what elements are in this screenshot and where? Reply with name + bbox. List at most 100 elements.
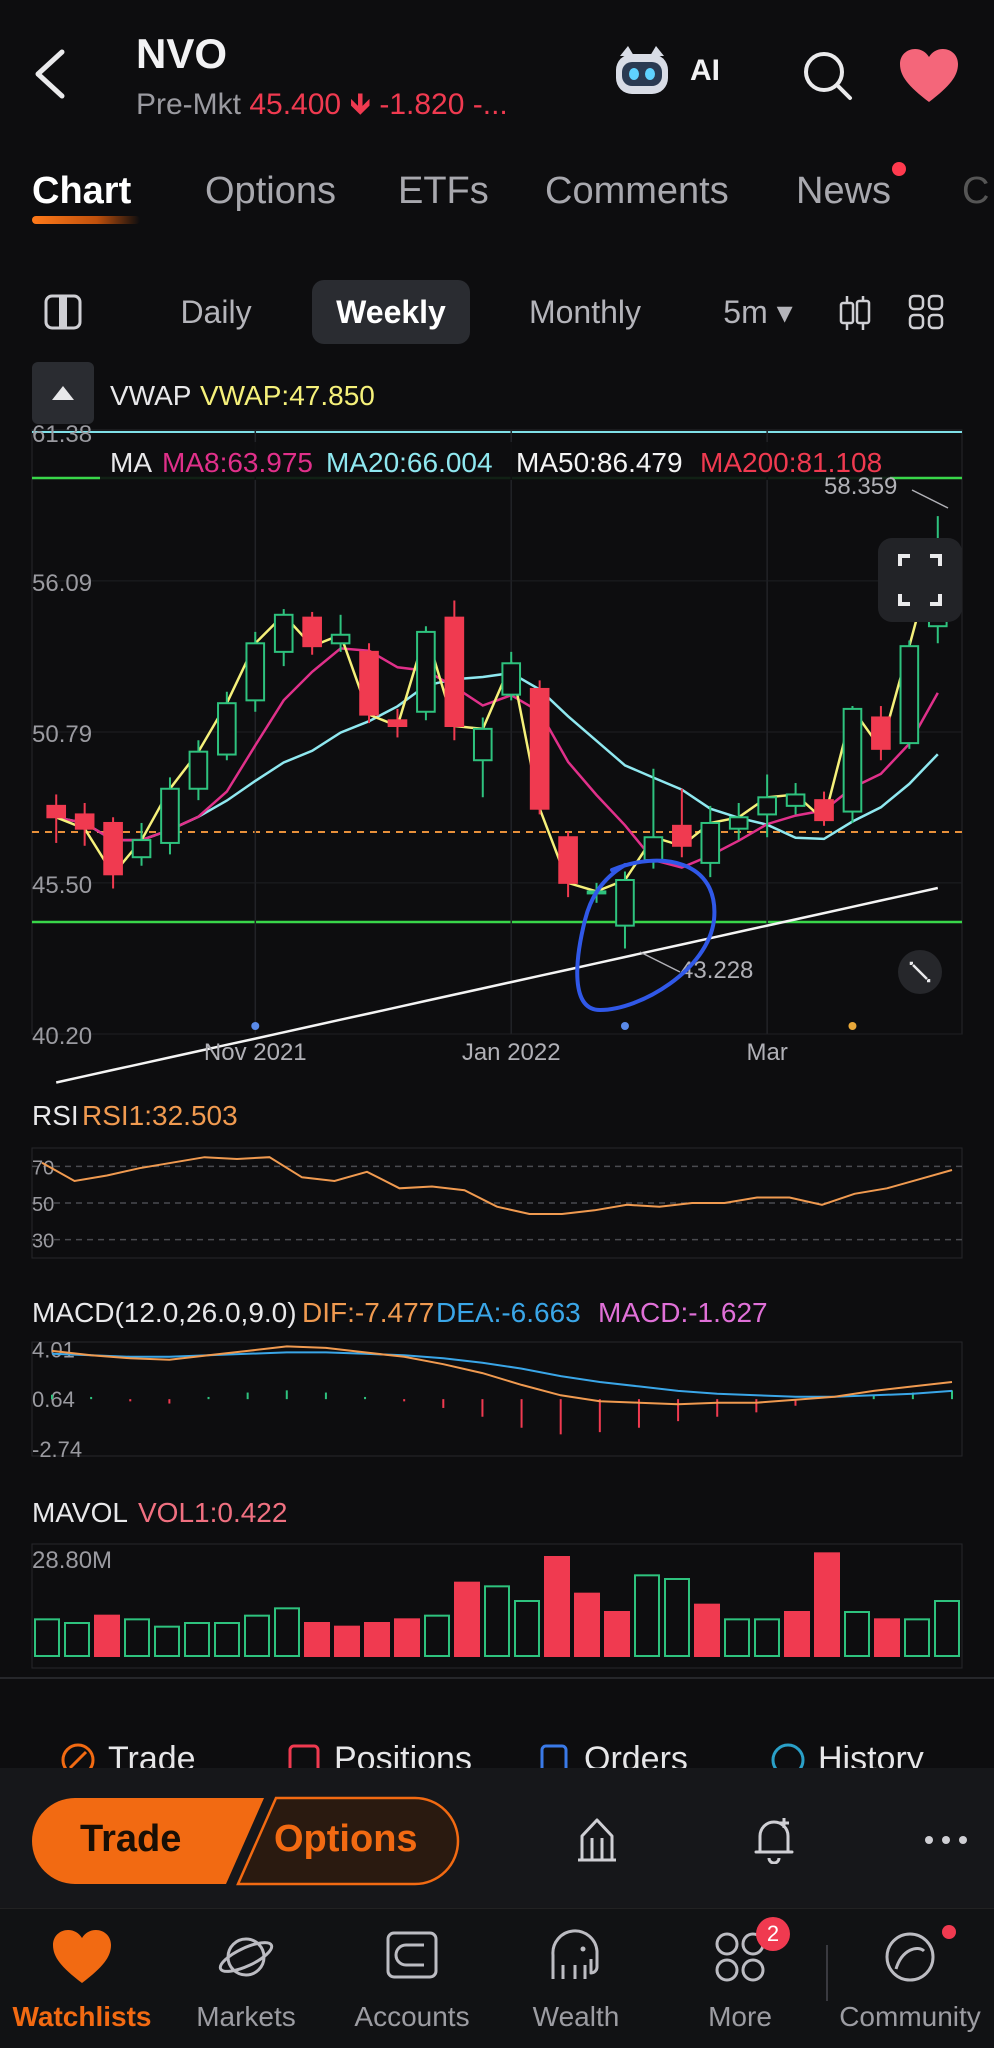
analysis-icon[interactable] bbox=[574, 1816, 620, 1864]
candle-up bbox=[757, 796, 777, 816]
volume-bar-up bbox=[274, 1607, 300, 1658]
back-arrow-icon[interactable] bbox=[28, 46, 72, 102]
nav-wealth-label: Wealth bbox=[532, 2001, 620, 2032]
candle-up bbox=[472, 727, 493, 762]
quick-positions-label: Positions bbox=[334, 1740, 472, 1770]
premarket-quote: Pre-Mkt 45.400 🡻 -1.820 -... bbox=[136, 82, 508, 133]
favorite-heart-icon[interactable] bbox=[898, 48, 960, 104]
nav-wealth[interactable]: Wealth bbox=[496, 1909, 656, 2048]
search-icon[interactable] bbox=[800, 48, 854, 102]
macd-dif-value: DIF:-7.477 bbox=[302, 1297, 434, 1328]
candle-up bbox=[330, 633, 351, 645]
quick-history-label: History bbox=[818, 1740, 924, 1770]
trade-icon bbox=[61, 1743, 95, 1770]
tab-news[interactable]: News bbox=[796, 170, 891, 213]
nav-community[interactable]: Community bbox=[830, 1909, 990, 2048]
tab-etfs[interactable]: ETFs bbox=[398, 170, 489, 213]
candle-down bbox=[814, 799, 834, 822]
candle-up bbox=[842, 707, 863, 813]
candle-up bbox=[131, 839, 152, 859]
trade-button[interactable]: Trade bbox=[80, 1818, 181, 1861]
rsi-tick-label: 30 bbox=[32, 1231, 54, 1253]
sidebar-toggle-icon[interactable] bbox=[44, 294, 82, 330]
volume-bar-down bbox=[874, 1618, 900, 1658]
candle-up bbox=[785, 793, 806, 807]
options-button[interactable]: Options bbox=[274, 1818, 418, 1861]
nav-more[interactable]: 2 More bbox=[660, 1909, 820, 2048]
event-marker-dot bbox=[620, 1022, 629, 1030]
bottom-navigation: Watchlists Markets Accounts Wealth 2 Mor… bbox=[0, 1908, 994, 2048]
quick-trade[interactable]: Trade bbox=[60, 1740, 196, 1770]
volume-bars bbox=[34, 1552, 960, 1658]
period-minute-dropdown[interactable]: 5m ▾ bbox=[712, 280, 804, 344]
quick-actions-row: Trade Positions Orders History bbox=[0, 1730, 994, 1770]
trade-action-bar: Trade Options bbox=[0, 1768, 994, 1908]
news-notification-dot bbox=[892, 162, 906, 176]
nav-markets[interactable]: Markets bbox=[166, 1909, 326, 2048]
indicator-grid-icon[interactable] bbox=[908, 294, 944, 330]
nav-accounts-label: Accounts bbox=[354, 2001, 470, 2032]
tab-more-cut[interactable]: C bbox=[962, 170, 989, 213]
volume-bar-up bbox=[64, 1622, 90, 1657]
candle-up bbox=[217, 702, 237, 756]
quick-orders[interactable]: Orders bbox=[536, 1740, 688, 1770]
event-marker-dot bbox=[848, 1022, 857, 1030]
volume-bar-down bbox=[814, 1552, 840, 1658]
period-monthly[interactable]: Monthly bbox=[510, 280, 660, 344]
nav-watchlists[interactable]: Watchlists bbox=[2, 1909, 162, 2048]
candle-up bbox=[615, 879, 635, 927]
price-tick-label: 50.79 bbox=[32, 721, 92, 748]
candle-up bbox=[188, 750, 209, 790]
date-tick-label: Nov 2021 bbox=[204, 1039, 307, 1066]
price-tick-label: 45.50 bbox=[32, 872, 92, 899]
period-high-label: 58.359 bbox=[824, 473, 897, 500]
ai-assistant-button[interactable]: AI bbox=[610, 42, 750, 102]
price-chart[interactable]: VWAP VWAP:47.850 56.09 50.79 45.50 40.20 MA… bbox=[0, 360, 994, 1680]
session-label: Pre-Mkt bbox=[136, 88, 241, 121]
candle-down bbox=[444, 616, 465, 728]
more-badge: 2 bbox=[756, 1917, 790, 1951]
nav-divider bbox=[826, 1945, 828, 2001]
tab-comments[interactable]: Comments bbox=[545, 170, 729, 213]
price-change: -1.820 bbox=[379, 88, 465, 121]
ma20-line bbox=[55, 647, 939, 869]
tab-options[interactable]: Options bbox=[205, 170, 336, 213]
candlestick-type-icon[interactable] bbox=[838, 294, 872, 332]
orders-icon bbox=[540, 1744, 568, 1770]
price-tick-label: 56.09 bbox=[32, 570, 92, 597]
event-marker-dot bbox=[251, 1022, 260, 1030]
candle-up bbox=[245, 642, 266, 702]
tab-active-indicator bbox=[32, 216, 140, 224]
tab-chart[interactable]: Chart bbox=[32, 170, 131, 213]
ma20-value: MA20:66.004 bbox=[326, 447, 493, 478]
macd-hist-value: MACD:-1.627 bbox=[598, 1297, 768, 1328]
period-weekly[interactable]: Weekly bbox=[312, 280, 470, 344]
candle-up bbox=[416, 630, 436, 713]
period-daily[interactable]: Daily bbox=[160, 280, 272, 344]
period-low-label: 43.228 bbox=[680, 957, 753, 984]
more-dots-icon[interactable] bbox=[924, 1834, 968, 1846]
date-tick-label: Mar bbox=[746, 1039, 787, 1066]
volume-bar-down bbox=[694, 1603, 720, 1657]
period-selector: Daily Weekly Monthly 5m ▾ bbox=[0, 280, 994, 344]
date-axis: Nov 2021 Jan 2022 Mar bbox=[204, 1039, 788, 1066]
candle-down bbox=[103, 821, 123, 876]
candle-down bbox=[46, 804, 67, 819]
low-leader-line bbox=[639, 951, 681, 973]
price-alert-bell-icon[interactable] bbox=[752, 1814, 796, 1864]
fullscreen-button[interactable] bbox=[878, 538, 962, 622]
candle-up bbox=[643, 836, 664, 862]
community-notification-dot bbox=[942, 1925, 956, 1939]
quick-history[interactable]: History bbox=[770, 1740, 924, 1770]
price-change-pct: -... bbox=[472, 88, 508, 121]
quick-positions[interactable]: Positions bbox=[286, 1740, 472, 1770]
volume-bar-up bbox=[124, 1618, 150, 1658]
ai-label: AI bbox=[690, 54, 720, 87]
macd-tick-label: 4.01 bbox=[32, 1337, 75, 1362]
volume-bar-up bbox=[184, 1622, 210, 1657]
candle-down bbox=[359, 650, 379, 716]
nav-accounts[interactable]: Accounts bbox=[332, 1909, 492, 2048]
volume-bar-up bbox=[664, 1578, 690, 1657]
moving-average-lines bbox=[55, 540, 940, 1084]
mavol-value: VOL1:0.422 bbox=[138, 1497, 287, 1528]
